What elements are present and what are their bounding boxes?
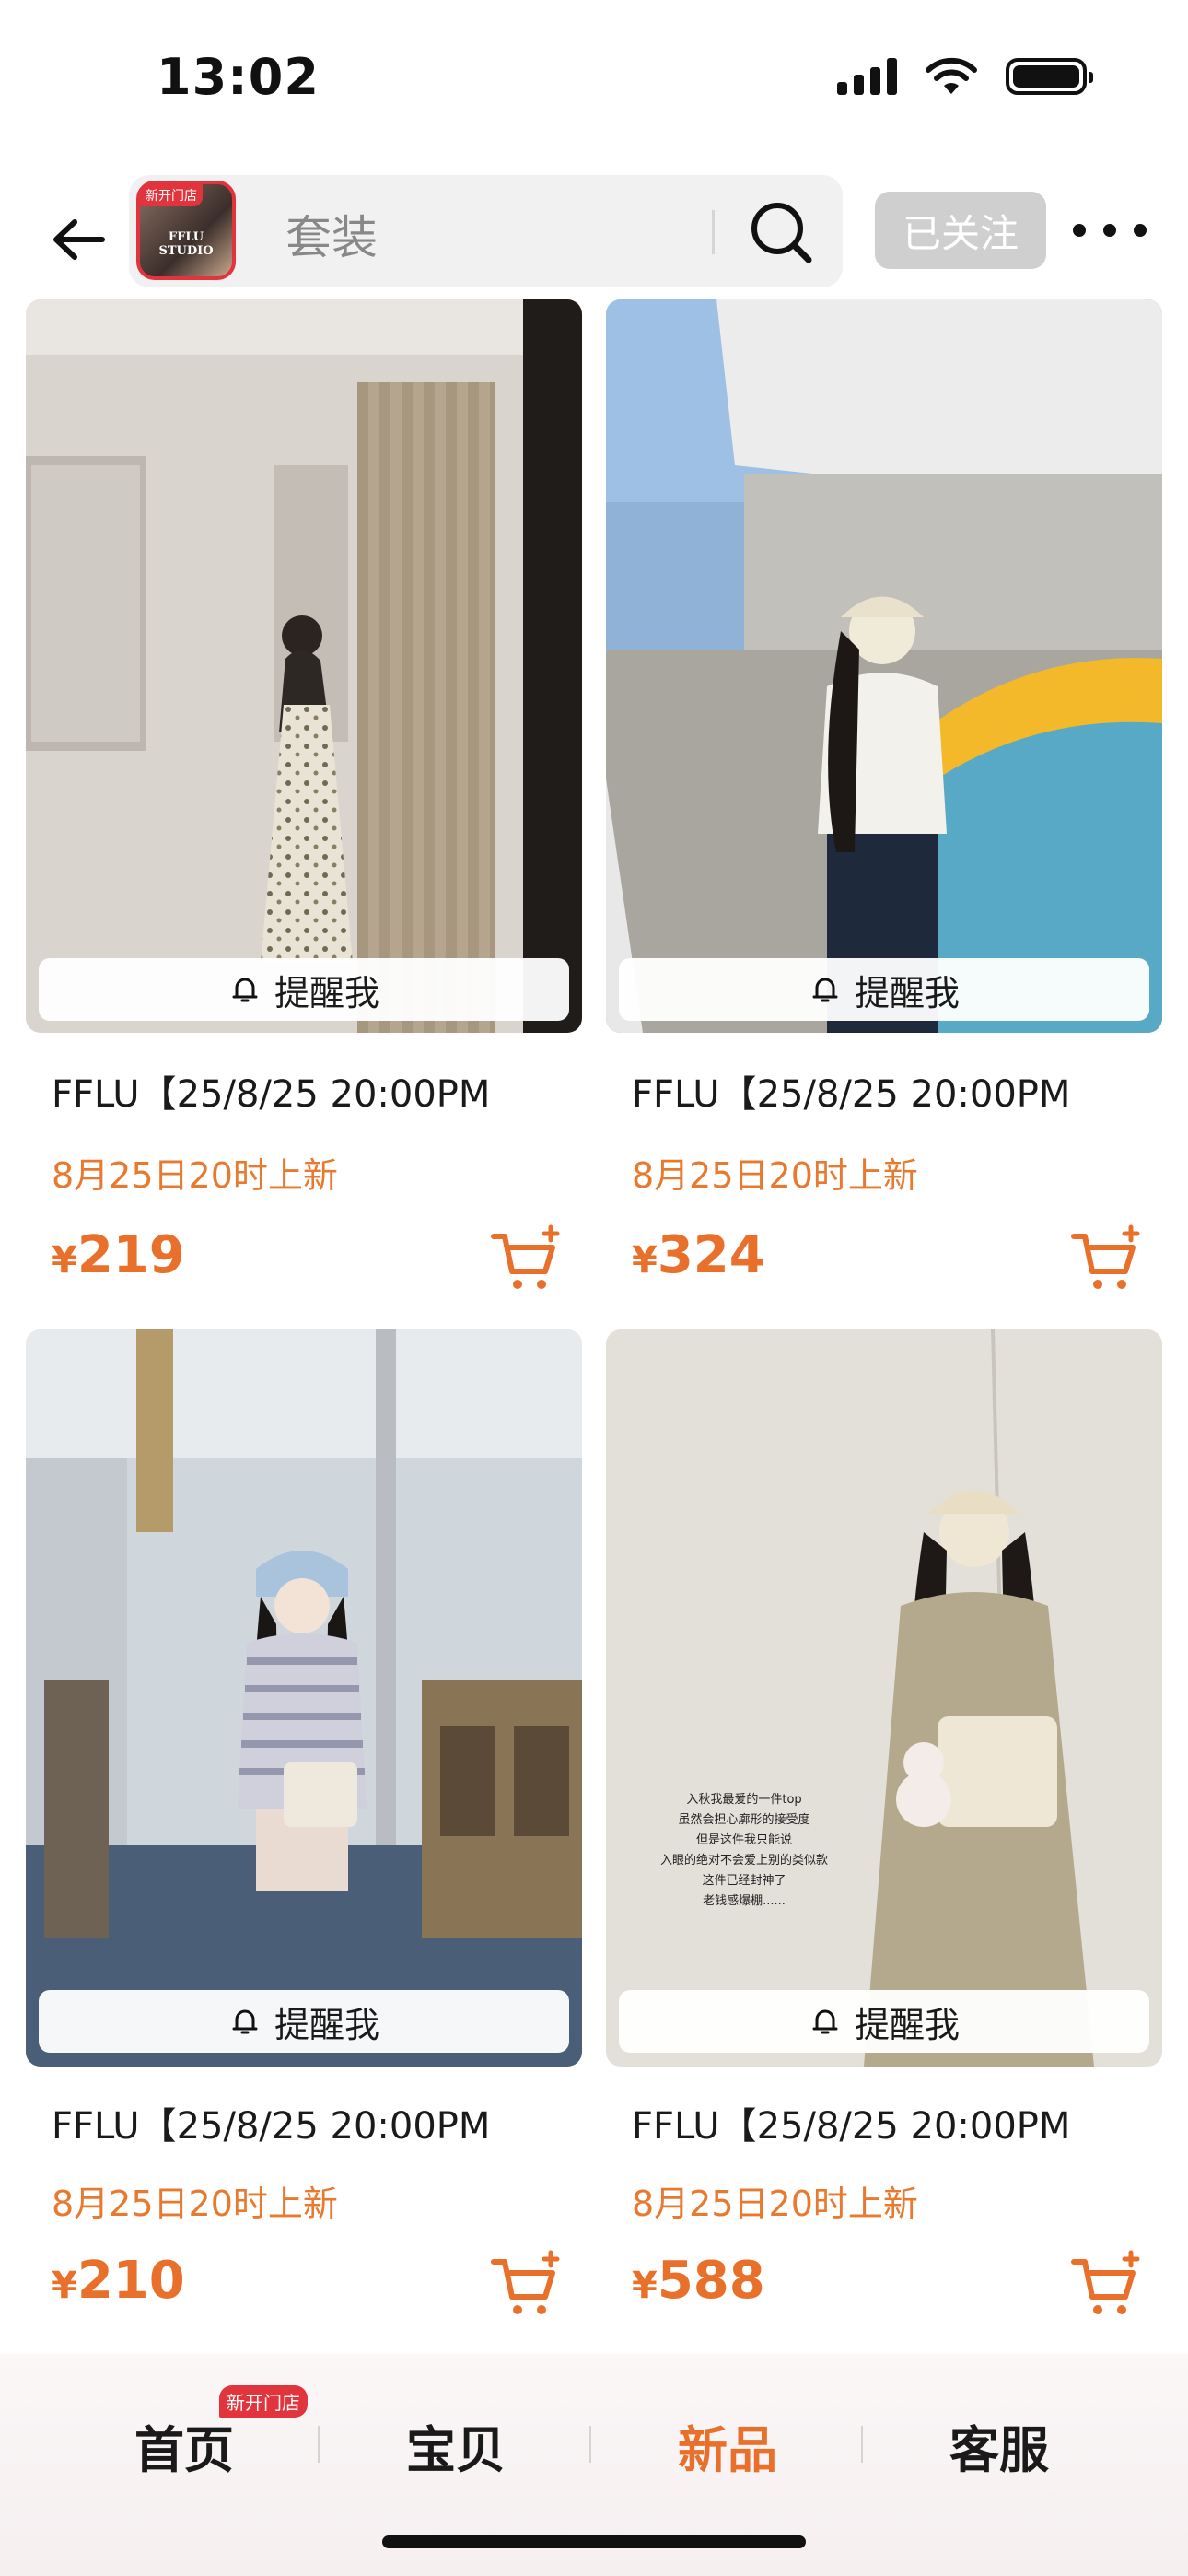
product-image[interactable] [26,299,582,1033]
photo-caption-line: 老钱感爆棚...... [703,1894,786,1908]
currency-symbol: ¥ [632,2265,658,2307]
search-bar[interactable]: 新开门店 FFLU STUDIO 套装 [129,175,843,287]
remind-me-label: 提醒我 [854,972,960,1013]
search-input[interactable]: 套装 [285,201,378,267]
remind-me-label: 提醒我 [274,972,379,1013]
status-icons [837,57,1093,96]
bell-icon [812,978,838,1002]
photo-caption-line: 虽然会担心廓形的接受度 [678,1813,810,1827]
price-value: 588 [657,2251,765,2311]
product-release-time: 8月25日20时上新 [52,2184,338,2224]
more-dot [1103,224,1116,237]
currency-symbol: ¥ [52,2265,77,2307]
price-value: 219 [76,1225,185,1285]
tab-divider [589,2426,591,2463]
battery-icon [1006,58,1093,95]
photo-caption-line: 但是这件我只能说 [695,1833,792,1847]
product-release-time: 8月25日20时上新 [52,1155,338,1196]
product-title[interactable]: FFLU【25/8/25 20:00PM [632,1064,1070,1118]
tab-new-arrivals[interactable]: 新品 [635,2409,820,2482]
signal-icon [837,58,897,95]
price-value: 324 [657,1225,765,1285]
wifi-icon [926,57,977,94]
add-to-cart-icon[interactable] [490,1224,564,1297]
product-price: ¥588 [632,2251,765,2311]
product-image[interactable] [606,1329,1162,2067]
remind-me-label: 提醒我 [854,2004,960,2045]
bell-icon [812,2009,838,2034]
product-price: ¥210 [52,2251,185,2311]
product-image[interactable] [606,299,1162,1033]
product-title[interactable]: FFLU【25/8/25 20:00PM [52,2096,490,2149]
more-dot [1073,224,1086,237]
product-image[interactable] [26,1329,582,2067]
tab-divider [318,2426,320,2463]
tab-home[interactable]: 首页 [92,2409,276,2482]
product-price: ¥324 [632,1225,765,1285]
bell-icon [232,978,258,1002]
shop-header: 新开门店 FFLU STUDIO 套装 已关注 [0,166,1188,295]
photo-caption-line: 入眼的绝对不会爱上别的类似款 [659,1854,828,1868]
currency-symbol: ¥ [52,1239,77,1282]
shop-logo[interactable]: 新开门店 FFLU STUDIO [136,181,236,280]
price-value: 210 [76,2251,185,2311]
back-arrow-icon [53,219,105,260]
search-divider [712,210,715,254]
shop-logo-text: FFLU STUDIO [158,230,214,258]
shop-logo-badge: 新开门店 [140,184,203,206]
product-title[interactable]: FFLU【25/8/25 20:00PM [52,1064,490,1118]
remind-me-button[interactable]: 提醒我 [619,958,1149,1021]
tab-customer-service[interactable]: 客服 [907,2409,1091,2482]
more-dot [1134,224,1147,237]
product-release-time: 8月25日20时上新 [632,2184,918,2224]
remind-me-button[interactable]: 提醒我 [619,1990,1149,2053]
add-to-cart-icon[interactable] [1070,1224,1144,1297]
more-button[interactable] [1073,212,1147,249]
new-store-badge: 新开门店 [219,2385,308,2418]
status-time: 13:02 [157,48,320,106]
photo-caption: 入秋我最爱的一件top 虽然会担心廓形的接受度 但是这件我只能说 入眼的绝对不会… [643,1790,845,1912]
product-title[interactable]: FFLU【25/8/25 20:00PM [632,2096,1070,2149]
back-button[interactable] [41,203,115,276]
home-indicator[interactable] [382,2535,806,2548]
search-icon[interactable] [746,197,816,267]
remind-me-label: 提醒我 [274,2004,379,2045]
remind-me-button[interactable]: 提醒我 [39,1990,569,2053]
photo-caption-line: 这件已经封神了 [702,1874,786,1888]
bell-icon [232,2009,258,2034]
tab-items[interactable]: 宝贝 [364,2409,548,2482]
remind-me-button[interactable]: 提醒我 [39,958,569,1021]
currency-symbol: ¥ [632,1239,658,1282]
add-to-cart-icon[interactable] [1070,2249,1144,2323]
photo-caption-line: 入秋我最爱的一件top [686,1793,802,1807]
status-bar: 13:02 [0,0,1188,166]
tab-divider [861,2426,863,2463]
product-release-time: 8月25日20时上新 [632,1155,918,1196]
add-to-cart-icon[interactable] [490,2249,564,2323]
product-price: ¥219 [52,1225,185,1285]
follow-button[interactable]: 已关注 [875,192,1046,269]
